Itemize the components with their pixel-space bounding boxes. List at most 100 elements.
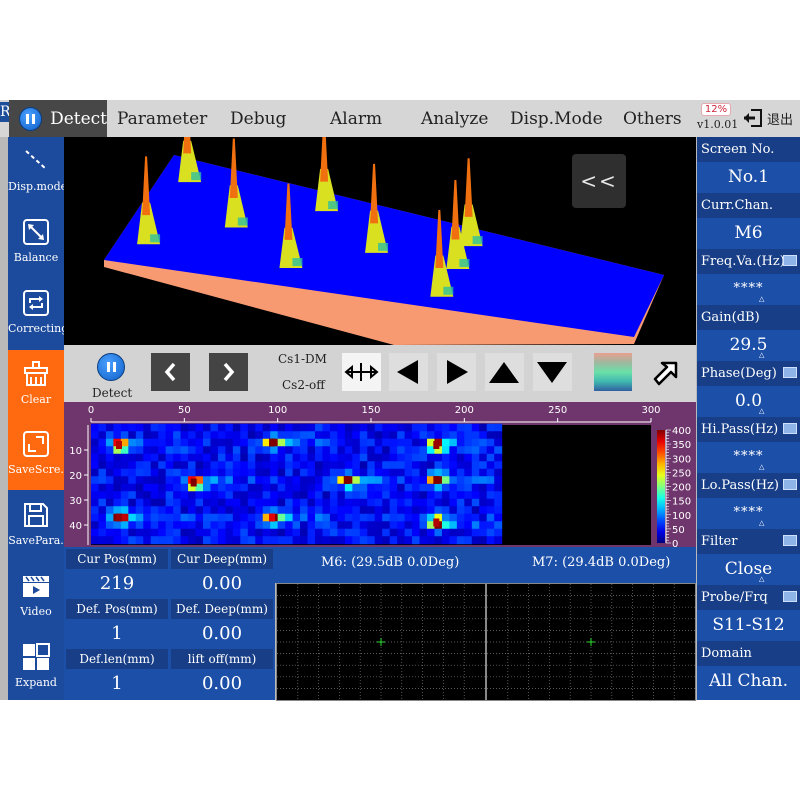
- heat-cell: [479, 423, 488, 432]
- menu-alarm[interactable]: Alarm: [330, 100, 382, 137]
- heat-cell: [247, 423, 256, 432]
- sidebar-item-video[interactable]: Video: [8, 562, 64, 632]
- heat-cell: [270, 498, 279, 507]
- menu-analyze[interactable]: Analyze: [421, 100, 488, 137]
- export-arrow-icon[interactable]: [649, 355, 683, 389]
- field-label-domain: Domain: [697, 641, 800, 666]
- sidebar-item-clear[interactable]: Clear: [8, 350, 64, 420]
- keyboard-icon[interactable]: [783, 423, 797, 434]
- heat-cell: [120, 431, 129, 440]
- heat-cell: [471, 536, 480, 545]
- heat-cell: [441, 498, 450, 507]
- exit-icon[interactable]: [742, 107, 764, 129]
- field-value-probe-frq[interactable]: S11-S12: [697, 610, 800, 640]
- heat-cell: [91, 468, 99, 477]
- collapse-button[interactable]: <<: [572, 154, 626, 208]
- keyboard-icon[interactable]: [783, 255, 797, 266]
- heat-cell: [486, 431, 495, 440]
- heat-cell: [98, 536, 107, 545]
- field-value-gain-db[interactable]: 29.5: [697, 330, 800, 360]
- field-value-filter[interactable]: Close: [697, 554, 800, 584]
- cscan-heatmap[interactable]: 0 50 100 150 200 250 3001020304005010015020025…: [64, 402, 696, 550]
- tab-detect[interactable]: Detect: [9, 100, 107, 137]
- cs2-mode[interactable]: Cs2-off: [282, 378, 325, 392]
- field-value-lo-pass-hz[interactable]: ****: [697, 498, 800, 528]
- heat-cell: [427, 536, 435, 545]
- heat-cell: [285, 461, 294, 470]
- move-up-button[interactable]: [485, 353, 524, 391]
- heat-cell: [404, 438, 413, 447]
- sidebar-item-disp-mode[interactable]: Disp.mode: [8, 137, 67, 207]
- heat-cell: [217, 476, 226, 485]
- menu-others[interactable]: Others: [623, 100, 682, 137]
- move-left-button[interactable]: [389, 353, 428, 391]
- x-tick-label: 200: [455, 405, 474, 416]
- heat-cell: [367, 528, 376, 537]
- heat-cell: [464, 431, 473, 440]
- heat-cell: [292, 491, 301, 500]
- field-value-screen-no[interactable]: No.1: [697, 162, 800, 192]
- cscan-heatmap-panel: 0 50 100 150 200 250 300 10 20 30 40 0 50 100 150 200 25…: [64, 402, 696, 550]
- heat-cell: [277, 453, 286, 462]
- heat-cell: [143, 483, 152, 492]
- heat-cell: [240, 498, 249, 507]
- heat-cell: [352, 483, 361, 492]
- keyboard-icon[interactable]: [783, 479, 797, 490]
- heat-cell: [98, 423, 107, 432]
- field-value-domain[interactable]: All Chan.: [697, 666, 800, 696]
- heat-cell: [188, 491, 197, 500]
- sidebar-item-save-screen[interactable]: SaveScre.: [8, 420, 64, 490]
- heat-cell: [486, 438, 495, 447]
- detect-pause-button[interactable]: [97, 353, 125, 381]
- move-right-button[interactable]: [437, 353, 476, 391]
- keyboard-icon[interactable]: [783, 591, 797, 602]
- heat-cell: [337, 506, 346, 515]
- heat-cell: [277, 438, 286, 447]
- heat-cell: [128, 446, 137, 455]
- heat-cell: [240, 468, 249, 477]
- heat-cell: [120, 453, 129, 462]
- field-value-curr-chan[interactable]: M6: [697, 218, 800, 248]
- heat-cell: [195, 461, 204, 470]
- heat-cell: [247, 491, 256, 500]
- heat-cell: [441, 461, 450, 470]
- heat-cell: [300, 423, 309, 432]
- 3d-view[interactable]: <<: [64, 137, 696, 345]
- field-label-text: Screen No.: [701, 142, 775, 157]
- keyboard-icon[interactable]: [783, 367, 797, 378]
- cs1-mode[interactable]: Cs1-DM: [278, 352, 327, 366]
- heat-cell: [449, 461, 458, 470]
- color-palette-button[interactable]: [594, 353, 632, 391]
- app-window: R Detect Parameter Debug Alarm Analyze D…: [0, 100, 800, 703]
- scope-m6[interactable]: [276, 583, 486, 701]
- heat-cell: [247, 453, 256, 462]
- next-button[interactable]: [209, 353, 248, 391]
- keyboard-icon[interactable]: [783, 535, 797, 546]
- heat-cell: [494, 506, 503, 515]
- menu-parameter[interactable]: Parameter: [117, 100, 207, 137]
- sidebar-item-save-para[interactable]: SavePara.: [8, 491, 64, 561]
- sidebar-item-expand[interactable]: Expand: [8, 633, 64, 703]
- scope-m7[interactable]: [486, 583, 696, 701]
- heat-cell: [240, 513, 249, 522]
- heat-cell: [210, 453, 219, 462]
- heat-cell: [225, 491, 234, 500]
- heat-cell: [479, 521, 488, 530]
- field-value-freq-va-hz[interactable]: ****: [697, 274, 800, 304]
- sidebar-item-balance[interactable]: Balance: [8, 208, 64, 278]
- move-down-button[interactable]: [533, 353, 572, 391]
- prev-button[interactable]: [151, 353, 190, 391]
- field-label-lo-pass-hz: Lo.Pass(Hz): [697, 473, 800, 498]
- horizontal-resize-button[interactable]: [342, 353, 381, 391]
- exit-button[interactable]: 退出: [767, 109, 793, 128]
- heat-cell: [337, 453, 346, 462]
- sidebar-item-correcting[interactable]: Correcting: [8, 279, 68, 349]
- menu-disp-mode[interactable]: Disp.Mode: [510, 100, 603, 137]
- heat-cell: [180, 521, 189, 530]
- heat-cell: [494, 483, 503, 492]
- menu-debug[interactable]: Debug: [230, 100, 286, 137]
- field-value-phase-deg[interactable]: 0.0: [697, 386, 800, 416]
- heat-cell: [270, 431, 279, 440]
- field-value-hi-pass-hz[interactable]: ****: [697, 442, 800, 472]
- heat-cell: [105, 528, 114, 537]
